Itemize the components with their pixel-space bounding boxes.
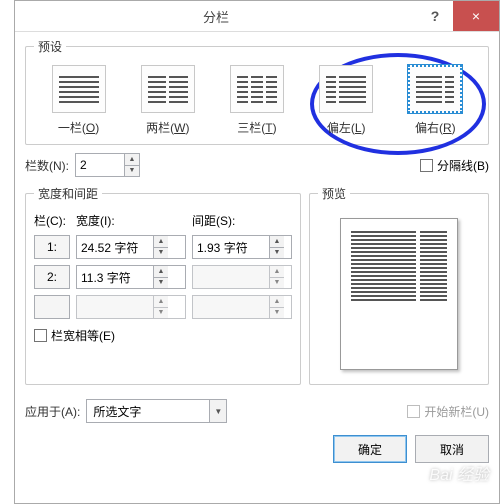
applyto-select[interactable]: ▼ [86, 399, 227, 423]
row3-width-spinner: ▲▼ [76, 295, 186, 319]
equal-width-label: 栏宽相等(E) [51, 327, 115, 344]
preset-two-columns[interactable]: 两栏(W) [138, 65, 198, 136]
row3-index [34, 295, 70, 319]
preview-group: 预览 [309, 185, 489, 385]
row1-width-spinner[interactable]: ▲▼ [76, 235, 186, 259]
new-column-checkbox: 开始新栏(U) [407, 403, 489, 420]
presets-legend: 预设 [34, 38, 66, 55]
title-bar: 分栏 ? × [15, 1, 499, 32]
checkbox-box-icon [420, 159, 433, 172]
columns-dialog: 分栏 ? × 预设 一栏(O) 两栏(W) [14, 0, 500, 504]
dialog-title: 分栏 [15, 7, 417, 26]
spacing-header: 间距(S): [192, 212, 292, 229]
row3-spacing-spinner: ▲▼ [192, 295, 292, 319]
checkbox-box-icon [34, 329, 47, 342]
checkbox-box-icon [407, 405, 420, 418]
row1-spacing-spinner[interactable]: ▲▼ [192, 235, 292, 259]
spin-down-icon[interactable]: ▼ [125, 166, 139, 177]
help-button[interactable]: ? [417, 1, 453, 31]
chevron-down-icon[interactable]: ▼ [209, 400, 226, 422]
row2-width-spinner[interactable]: ▲▼ [76, 265, 186, 289]
row1-index: 1: [34, 235, 70, 259]
preset-left-narrow[interactable]: 偏左(L) [316, 65, 376, 136]
preset-right-narrow[interactable]: 偏右(R) [405, 65, 465, 136]
equal-width-checkbox[interactable]: 栏宽相等(E) [34, 327, 115, 344]
preview-page-icon [340, 218, 458, 370]
applyto-value[interactable] [87, 400, 209, 422]
spin-up-icon[interactable]: ▲ [125, 154, 139, 166]
presets-group: 预设 一栏(O) 两栏(W) [25, 38, 489, 145]
count-input[interactable] [76, 154, 124, 176]
width-spacing-group: 宽度和间距 栏(C): 宽度(I): 间距(S): 1: ▲▼ ▲▼ 2: ▲▼… [25, 185, 301, 385]
preset-one-column[interactable]: 一栏(O) [49, 65, 109, 136]
preset-three-columns[interactable]: 三栏(T) [227, 65, 287, 136]
width-header: 宽度(I): [76, 212, 186, 229]
cancel-button[interactable]: 取消 [415, 435, 489, 463]
separator-checkbox[interactable]: 分隔线(B) [420, 157, 489, 174]
ok-button[interactable]: 确定 [333, 435, 407, 463]
row2-index: 2: [34, 265, 70, 289]
count-label: 栏数(N): [25, 157, 69, 174]
col-header: 栏(C): [34, 212, 70, 229]
close-button[interactable]: × [453, 1, 499, 31]
preview-legend: 预览 [318, 185, 350, 202]
separator-label: 分隔线(B) [437, 157, 489, 174]
new-column-label: 开始新栏(U) [424, 403, 489, 420]
count-spinner[interactable]: ▲▼ [75, 153, 140, 177]
applyto-label: 应用于(A): [25, 403, 80, 420]
row2-spacing-spinner[interactable]: ▲▼ [192, 265, 292, 289]
width-spacing-legend: 宽度和间距 [34, 185, 102, 202]
